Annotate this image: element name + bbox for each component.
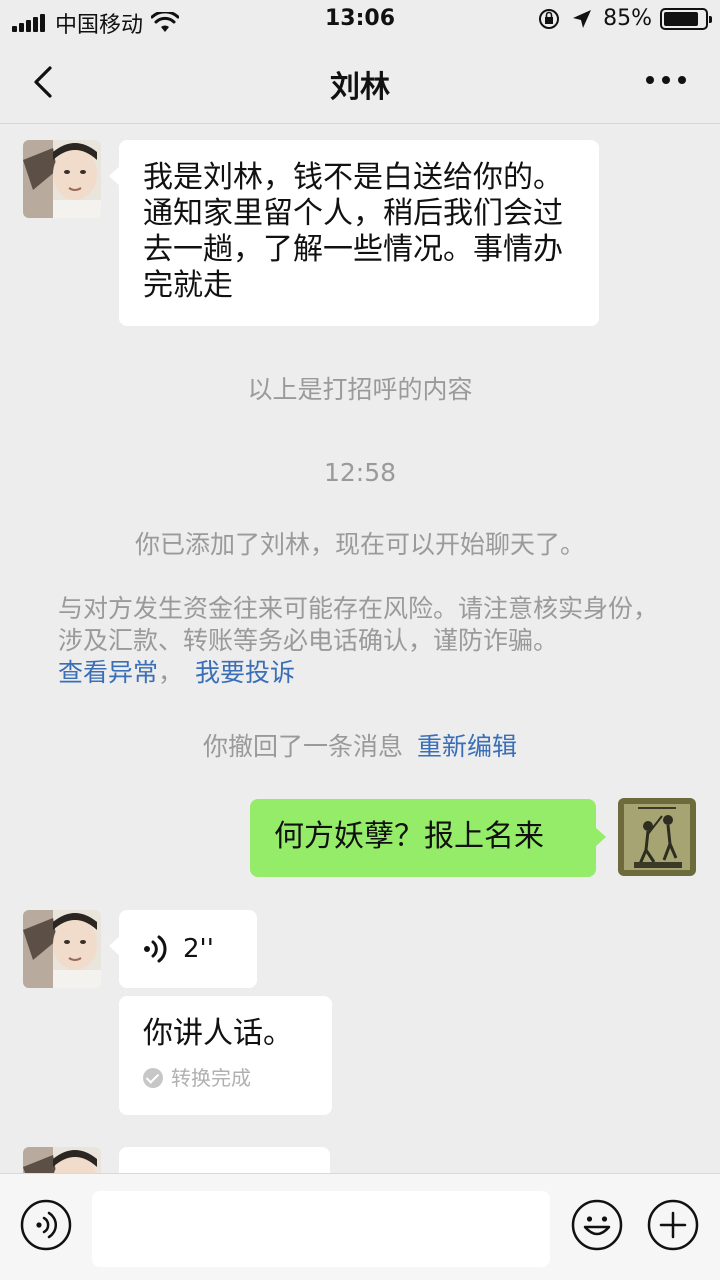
- risk-separator: ，: [158, 658, 184, 687]
- added-notice: 你已添加了刘林，现在可以开始聊天了。: [134, 530, 585, 559]
- emoji-icon[interactable]: [571, 1199, 623, 1251]
- input-bar: [0, 1173, 720, 1280]
- message-text: 何方妖孽？报上名来: [274, 819, 544, 854]
- greeting-note: 以上是打招呼的内容: [247, 375, 473, 404]
- my-message-bubble[interactable]: 何方妖孽？报上名来: [250, 799, 606, 877]
- plus-icon[interactable]: [647, 1199, 699, 1251]
- message-input[interactable]: [92, 1191, 550, 1267]
- voice-transcript-bubble[interactable]: 你讲人话。 转换完成: [119, 996, 332, 1115]
- voice-input-icon[interactable]: [20, 1199, 72, 1251]
- voice-message-bubble[interactable]: 2'': [109, 910, 257, 988]
- voice-wave-icon: [144, 935, 167, 963]
- view-abnormal-link[interactable]: 查看异常: [58, 658, 158, 687]
- risk-notice: 与对方发生资金往来可能存在风险。请注意核实身份，涉及汇款、转账等务必电话确认，谨…: [58, 593, 668, 689]
- battery-icon: [660, 7, 712, 30]
- chat-title: 刘林: [330, 70, 390, 105]
- orientation-lock-icon: [539, 8, 560, 29]
- report-complaint-link[interactable]: 我要投诉: [195, 658, 295, 687]
- message-timestamp: 12:58: [323, 458, 397, 487]
- partial-message-bubble[interactable]: [119, 1147, 330, 1173]
- voice-duration: 2'': [183, 934, 214, 964]
- recall-notice: 你撤回了一条消息 重新编辑: [0, 727, 720, 763]
- more-options-icon[interactable]: [646, 76, 686, 86]
- recall-text: 你撤回了一条消息: [203, 732, 404, 761]
- contact-avatar[interactable]: [23, 1147, 101, 1173]
- my-avatar[interactable]: [618, 798, 696, 876]
- message-bubble-greeting[interactable]: 我是刘林，钱不是白送给你的。通知家里留个人，稍后我们会过去一趟，了解一些情况。事…: [109, 140, 599, 326]
- chat-area[interactable]: 我是刘林，钱不是白送给你的。通知家里留个人，稍后我们会过去一趟，了解一些情况。事…: [0, 125, 720, 1173]
- convert-status-text: 转换完成: [171, 1066, 251, 1090]
- location-icon: [573, 9, 592, 28]
- contact-avatar[interactable]: [23, 910, 101, 988]
- battery-percent: 85%: [603, 6, 652, 31]
- status-bar: 中国移动 13:06 85%: [0, 0, 720, 40]
- message-text: 我是刘林，钱不是白送给你的。通知家里留个人，稍后我们会过去一趟，了解一些情况。事…: [143, 160, 563, 303]
- check-circle-icon: [143, 1068, 163, 1088]
- nav-bar: 刘林: [0, 40, 720, 124]
- convert-status: 转换完成: [143, 1060, 308, 1096]
- risk-notice-text: 与对方发生资金往来可能存在风险。请注意核实身份，涉及汇款、转账等务必电话确认，谨…: [58, 594, 659, 655]
- contact-avatar[interactable]: [23, 140, 101, 218]
- transcript-text: 你讲人话。: [143, 1016, 293, 1051]
- chat-screen: 中国移动 13:06 85% 刘林 我是刘林，钱不是白送给你的。通知家里留个人，…: [0, 0, 720, 1280]
- re-edit-link[interactable]: 重新编辑: [417, 732, 517, 761]
